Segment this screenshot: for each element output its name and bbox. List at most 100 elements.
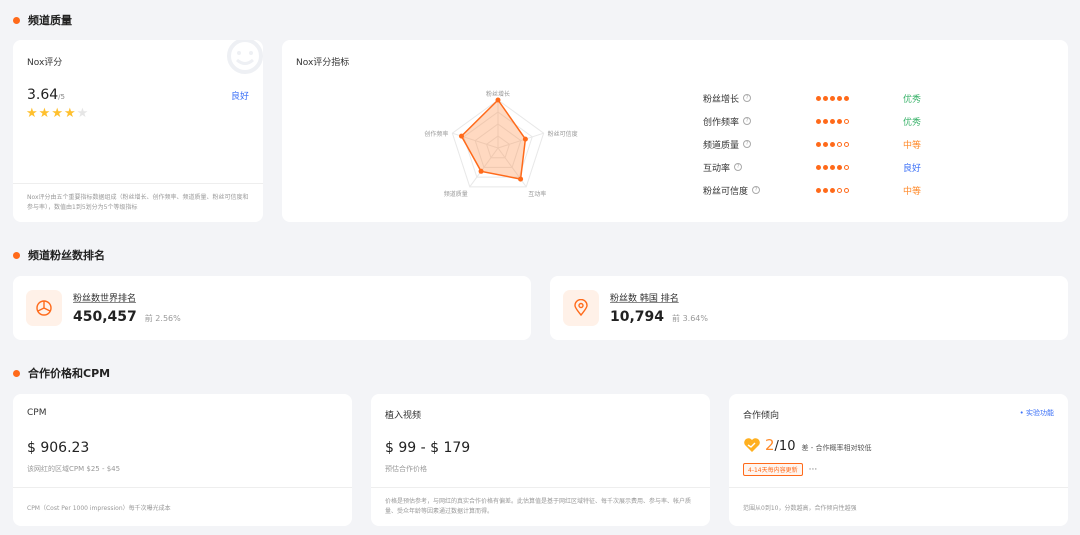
embedded-video-title: 植入视频 — [385, 411, 422, 421]
country-rank-percent: 前 3.64% — [672, 314, 708, 323]
cpm-title: CPM — [27, 408, 47, 418]
world-rank-value-row: 450,457 前 2.56% — [73, 309, 181, 325]
rating-dot — [830, 164, 835, 170]
score-number: 3.64 — [27, 87, 59, 103]
globe-chart-icon — [36, 300, 52, 316]
help-icon[interactable]: ? — [752, 186, 761, 194]
country-rank-card: 粉丝数 韩国 排名 10,794 前 3.64% — [550, 276, 1068, 340]
star-icon: ★ — [38, 106, 51, 121]
cooperation-tag-row: 4-14天每内容更新 ··· — [743, 463, 817, 476]
radar-label: 频道质量 — [444, 190, 468, 198]
radar-label: 粉丝可信度 — [548, 130, 578, 138]
cpm-footer: CPM（Cost Per 1000 impression）每千次曝光成本 — [27, 505, 171, 512]
radar-point — [522, 136, 528, 142]
radar-point — [518, 176, 524, 182]
rating-dot — [816, 141, 821, 147]
metric-name-text: 粉丝可信度 — [703, 186, 749, 197]
section-title-ranking: 频道粉丝数排名 — [13, 247, 105, 263]
metric-name: 创作频率? — [703, 115, 816, 128]
help-icon[interactable]: ? — [743, 140, 752, 148]
radar-area — [460, 98, 527, 180]
more-icon[interactable]: ··· — [809, 465, 818, 475]
handshake-heart-icon — [744, 438, 760, 452]
rating-dot — [823, 95, 828, 101]
help-icon[interactable]: ? — [743, 94, 752, 102]
nox-score-description: Nox评分由五个重要指标数据组成（粉丝增长、创作频率、频道质量、粉丝可信度和参与… — [27, 194, 249, 211]
embedded-video-footer: 价格是预估参考，与网红的真实合作价格有偏差。此估算值是基于网红区域特征、每千次展… — [385, 498, 692, 515]
star-rating: ★ ★ ★ ★ ★ — [26, 107, 88, 120]
metric-row: 创作频率? 优秀 — [703, 114, 963, 128]
cpm-sub: 该网红的区域CPM $25 - $45 — [27, 465, 121, 473]
rating-dot — [830, 187, 835, 193]
update-frequency-tag: 4-14天每内容更新 — [743, 463, 803, 476]
metric-grade: 中等 — [903, 140, 922, 151]
rating-dot — [816, 95, 821, 101]
nox-metrics-card: Nox评分指标 粉丝增长 粉丝可信度 互动率 频道质量 创作频率 粉丝增长? 优秀 创作频率… — [282, 40, 1068, 222]
metric-grade: 中等 — [903, 186, 922, 197]
rating-dot — [837, 187, 842, 193]
metric-list: 粉丝增长? 优秀 创作频率? 优秀 频道质量? 中等 互动率? 良好 粉丝可信度? 中等 — [703, 91, 963, 201]
radar-chart: 粉丝增长粉丝可信度互动率 频道质量 创作频率 — [424, 90, 578, 198]
rating-dot — [837, 141, 842, 147]
rating-dot — [844, 164, 849, 170]
divider — [729, 487, 1068, 488]
metric-row: 频道质量? 中等 — [703, 137, 963, 151]
lab-feature-link[interactable]: • 实验功能 — [1020, 408, 1054, 418]
rating-dot — [844, 95, 849, 101]
metric-dots — [816, 118, 903, 124]
rating-dot — [830, 141, 835, 147]
metric-name: 粉丝增长? — [703, 92, 816, 105]
score-out-of: /5 — [58, 93, 65, 101]
radar-label: 互动率 — [528, 190, 546, 198]
rating-dot — [837, 118, 842, 124]
section-title-text: 频道质量 — [28, 14, 72, 27]
world-rank-percent: 前 2.56% — [144, 314, 181, 323]
radar-point — [495, 97, 501, 103]
rating-dot — [823, 118, 828, 124]
metric-row: 互动率? 良好 — [703, 160, 963, 174]
cooperation-level: 差 - 合作概率相对较低 — [801, 444, 872, 452]
cooperation-score: 2 — [765, 436, 775, 454]
metric-name-text: 频道质量 — [703, 140, 740, 151]
section-title-text: 合作价格和CPM — [28, 367, 111, 380]
metric-dots — [816, 141, 903, 147]
star-icon: ★ — [26, 106, 38, 121]
radar-point — [458, 133, 464, 139]
cpm-card: CPM $ 906.23 该网红的区域CPM $25 - $45 CPM（Cos… — [13, 394, 352, 526]
world-rank-label[interactable]: 粉丝数世界排名 — [73, 291, 136, 304]
rating-dot — [816, 118, 821, 124]
world-rank-icon-box — [26, 290, 62, 326]
rating-dot — [844, 141, 849, 147]
metric-grade: 优秀 — [903, 94, 922, 105]
rating-dot — [837, 164, 842, 170]
metric-name: 互动率? — [703, 161, 816, 174]
metric-dots — [816, 95, 903, 101]
lab-feature-text: 实验功能 — [1026, 409, 1054, 417]
rating-dot — [816, 187, 821, 193]
help-icon[interactable]: ? — [743, 117, 752, 125]
country-rank-label[interactable]: 粉丝数 韩国 排名 — [610, 291, 679, 304]
divider — [371, 487, 710, 488]
location-pin-icon — [574, 299, 588, 317]
cooperation-footer: 范围从0到10，分数越高，合作倾向性越强 — [743, 505, 857, 512]
metric-row: 粉丝增长? 优秀 — [703, 91, 963, 105]
divider — [13, 183, 263, 184]
star-icon: ★ — [63, 106, 76, 121]
world-rank-value: 450,457 — [73, 309, 137, 325]
metric-name: 频道质量? — [703, 138, 816, 151]
metric-grade: 优秀 — [903, 117, 922, 128]
embedded-video-sub: 预估合作价格 — [385, 465, 427, 473]
cooperation-card: 合作倾向 • 实验功能 2 /10 差 - 合作概率相对较低 4-14天每内容更… — [729, 394, 1068, 526]
rating-dot — [823, 164, 828, 170]
cooperation-title: 合作倾向 — [743, 411, 780, 421]
cpm-value: $ 906.23 — [27, 440, 90, 456]
help-icon[interactable]: ? — [734, 163, 743, 171]
rating-dot — [844, 118, 849, 124]
metric-row: 粉丝可信度? 中等 — [703, 183, 963, 197]
smile-icon — [227, 40, 263, 74]
country-rank-value-row: 10,794 前 3.64% — [610, 309, 708, 325]
world-rank-card: 粉丝数世界排名 450,457 前 2.56% — [13, 276, 531, 340]
cooperation-score-row: 2 /10 差 - 合作概率相对较低 — [743, 436, 871, 454]
rating-dot — [816, 164, 821, 170]
metric-grade: 良好 — [903, 163, 922, 174]
